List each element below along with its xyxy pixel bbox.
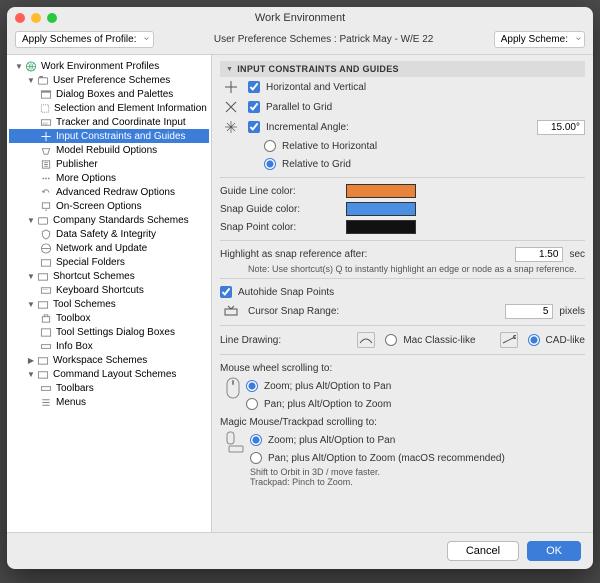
- tree-item[interactable]: On-Screen Options: [9, 199, 209, 213]
- toolbar-icon: [39, 382, 53, 394]
- tree-tool[interactable]: ▼Tool Schemes: [9, 297, 209, 311]
- angle-icon: [220, 119, 242, 135]
- keyboard-icon: [39, 284, 53, 296]
- tree-workspace[interactable]: ▶Workspace Schemes: [9, 353, 209, 367]
- incr-angle-field[interactable]: [537, 120, 585, 135]
- x-icon: [220, 99, 242, 115]
- toolbar: Apply Schemes of Profile: User Preferenc…: [7, 29, 593, 55]
- snap-guide-color-swatch[interactable]: [346, 202, 416, 216]
- tree-item[interactable]: Publisher: [9, 157, 209, 171]
- folder-icon: [39, 256, 53, 268]
- tree-item[interactable]: Toolbox: [9, 311, 209, 325]
- guide-color-swatch[interactable]: [346, 184, 416, 198]
- menu-icon: [39, 396, 53, 408]
- apply-scheme-dropdown[interactable]: Apply Scheme:: [494, 31, 585, 48]
- screen-icon: [39, 200, 53, 212]
- tree-user-pref[interactable]: ▼User Preference Schemes: [9, 73, 209, 87]
- selection-icon: [39, 102, 51, 114]
- folder-icon: [36, 270, 50, 282]
- redraw-icon: [39, 186, 53, 198]
- toolbox-icon: [39, 312, 53, 324]
- folder-icon: [36, 354, 50, 366]
- mw-zoom-radio[interactable]: [246, 380, 258, 392]
- folder-icon: [36, 368, 50, 380]
- mac-classic-icon: [357, 332, 375, 348]
- apply-profile-dropdown[interactable]: Apply Schemes of Profile:: [15, 31, 154, 48]
- tree-item-selected[interactable]: Input Constraints and Guides: [9, 129, 209, 143]
- publisher-icon: [39, 158, 53, 170]
- rel-grid-radio[interactable]: [264, 158, 276, 170]
- xyz-icon: xyz: [39, 116, 53, 128]
- parallel-checkbox[interactable]: [248, 101, 260, 113]
- window-title: Work Environment: [7, 12, 593, 24]
- rebuild-icon: [39, 144, 53, 156]
- cross-icon: [220, 79, 242, 95]
- tree-item[interactable]: Selection and Element Information: [9, 101, 209, 115]
- ok-button[interactable]: OK: [527, 541, 581, 561]
- dialog-icon: [39, 88, 53, 100]
- horiz-vert-checkbox[interactable]: [248, 81, 260, 93]
- trackpad-icon: [226, 431, 244, 456]
- cad-radio[interactable]: [528, 334, 540, 346]
- tree-item[interactable]: xyzTracker and Coordinate Input: [9, 115, 209, 129]
- tree-item[interactable]: Advanced Redraw Options: [9, 185, 209, 199]
- window: Work Environment Apply Schemes of Profil…: [7, 7, 593, 569]
- tree-item[interactable]: More Options: [9, 171, 209, 185]
- tree-item[interactable]: Menus: [9, 395, 209, 409]
- shield-icon: [39, 228, 53, 240]
- mouse-icon: [226, 377, 240, 402]
- cancel-button[interactable]: Cancel: [447, 541, 519, 561]
- panel-header[interactable]: INPUT CONSTRAINTS AND GUIDES: [220, 61, 585, 77]
- tree-item[interactable]: Network and Update: [9, 241, 209, 255]
- highlight-field[interactable]: [515, 247, 563, 262]
- footer: Cancel OK: [7, 532, 593, 569]
- cursor-icon: [220, 303, 242, 319]
- cursor-range-field[interactable]: [505, 304, 553, 319]
- guides-icon: [39, 130, 53, 142]
- tree-item[interactable]: Model Rebuild Options: [9, 143, 209, 157]
- incr-angle-checkbox[interactable]: [248, 121, 260, 133]
- mw-pan-radio[interactable]: [246, 398, 258, 410]
- tree-item[interactable]: Tool Settings Dialog Boxes: [9, 325, 209, 339]
- svg-text:xyz: xyz: [42, 121, 48, 125]
- tree-root[interactable]: ▼Work Environment Profiles: [9, 59, 209, 73]
- network-icon: [39, 242, 53, 254]
- tree-command[interactable]: ▼Command Layout Schemes: [9, 367, 209, 381]
- mac-classic-radio[interactable]: [385, 334, 397, 346]
- tree-item[interactable]: Data Safety & Integrity: [9, 227, 209, 241]
- settings-icon: [39, 326, 53, 338]
- tree-shortcut[interactable]: ▼Shortcut Schemes: [9, 269, 209, 283]
- folder-icon: [36, 214, 50, 226]
- titlebar: Work Environment: [7, 7, 593, 29]
- info-icon: [39, 340, 53, 352]
- note-text: Note: Use shortcut(s) Q to instantly hig…: [220, 264, 585, 274]
- tree-item[interactable]: Info Box: [9, 339, 209, 353]
- tree-item[interactable]: Keyboard Shortcuts: [9, 283, 209, 297]
- globe-icon: [24, 60, 38, 72]
- tree-item[interactable]: Toolbars: [9, 381, 209, 395]
- breadcrumb: User Preference Schemes : Patrick May - …: [214, 34, 434, 45]
- folder-icon: [36, 298, 50, 310]
- content-panel: INPUT CONSTRAINTS AND GUIDES Horizontal …: [212, 55, 593, 532]
- rel-horiz-radio[interactable]: [264, 140, 276, 152]
- tree-item[interactable]: Dialog Boxes and Palettes: [9, 87, 209, 101]
- snap-point-color-swatch[interactable]: [346, 220, 416, 234]
- sidebar: ▼Work Environment Profiles ▼User Prefere…: [7, 55, 212, 532]
- tree-company[interactable]: ▼Company Standards Schemes: [9, 213, 209, 227]
- cad-icon: [500, 332, 518, 348]
- mm-zoom-radio[interactable]: [250, 434, 262, 446]
- autohide-checkbox[interactable]: [220, 286, 232, 298]
- mm-pan-radio[interactable]: [250, 452, 262, 464]
- tree-item[interactable]: Special Folders: [9, 255, 209, 269]
- more-icon: [39, 172, 53, 184]
- folder-icon: [36, 74, 50, 86]
